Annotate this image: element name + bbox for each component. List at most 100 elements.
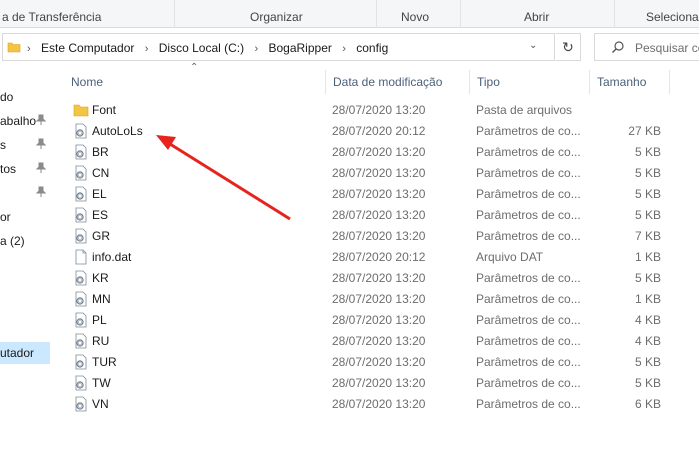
file-row[interactable]: info.dat 28/07/2020 20:12 Arquivo DAT 1 KB (64, 247, 699, 268)
file-row[interactable]: BR 28/07/2020 13:20 Parâmetros de co... 5 K… (64, 142, 699, 163)
file-name: Font (92, 103, 117, 117)
file-date: 28/07/2020 13:20 (332, 229, 426, 243)
refresh-button[interactable]: ↻ (556, 33, 581, 61)
file-row[interactable]: MN 28/07/2020 13:20 Parâmetros de co... 1 K… (64, 289, 699, 310)
file-size: 1 KB (634, 250, 661, 264)
file-name: info.dat (92, 250, 132, 264)
breadcrumb-separator-icon[interactable]: › (254, 43, 258, 55)
pin-icon (35, 114, 47, 129)
file-type: Parâmetros de co... (476, 376, 581, 390)
file-name: MN (92, 292, 111, 306)
file-date: 28/07/2020 20:12 (332, 124, 426, 138)
file-size: 1 KB (634, 292, 661, 306)
file-size: 5 KB (634, 166, 661, 180)
file-date: 28/07/2020 13:20 (332, 313, 426, 327)
nav-item-this-pc[interactable]: utador (0, 342, 50, 364)
file-name: EL (92, 187, 107, 201)
breadcrumb-item[interactable]: config (356, 41, 388, 55)
file-type: Arquivo DAT (476, 250, 544, 264)
nav-item[interactable] (0, 182, 50, 204)
file-date: 28/07/2020 13:20 (332, 376, 426, 390)
ribbon-group-open[interactable]: Abrir (461, 0, 615, 28)
file-row[interactable]: PL 28/07/2020 13:20 Parâmetros de co... 4 K… (64, 310, 699, 331)
file-row[interactable]: AutoLoLs 28/07/2020 20:12 Parâmetros de co… (64, 121, 699, 142)
ribbon-group-new[interactable]: Novo (377, 0, 461, 28)
nav-item[interactable]: or (0, 206, 50, 228)
file-name: PL (92, 313, 107, 327)
file-row[interactable]: RU 28/07/2020 13:20 Parâmetros de co... 4 K… (64, 331, 699, 352)
breadcrumb-item[interactable]: Este Computador (41, 41, 134, 55)
file-row[interactable]: EL 28/07/2020 13:20 Parâmetros de co... 5 K… (64, 184, 699, 205)
file-size: 5 KB (634, 187, 661, 201)
file-type: Parâmetros de co... (476, 292, 581, 306)
config-file-icon (73, 333, 89, 349)
config-file-icon (73, 207, 89, 223)
address-bar[interactable]: › Este Computador › Disco Local (C:) › B… (2, 33, 555, 61)
config-file-icon (73, 165, 89, 181)
refresh-icon: ↻ (562, 39, 574, 55)
file-name: VN (92, 397, 109, 411)
file-date: 28/07/2020 13:20 (332, 397, 426, 411)
ribbon-group-clipboard[interactable]: a de Transferência (0, 0, 175, 28)
file-name: TW (92, 376, 111, 390)
column-header-type[interactable]: Tipo (470, 70, 590, 94)
config-file-icon (73, 354, 89, 370)
file-type: Parâmetros de co... (476, 334, 581, 348)
search-icon (611, 40, 625, 57)
pin-icon (35, 138, 47, 153)
file-row[interactable]: GR 28/07/2020 13:20 Parâmetros de co... 7 K… (64, 226, 699, 247)
file-row[interactable]: VN 28/07/2020 13:20 Parâmetros de co... 6 K… (64, 394, 699, 415)
file-size: 4 KB (634, 334, 661, 348)
file-row[interactable]: TUR 28/07/2020 13:20 Parâmetros de co... 5 … (64, 352, 699, 373)
ribbon-group-select[interactable]: Selecionar (615, 0, 699, 28)
file-date: 28/07/2020 13:20 (332, 271, 426, 285)
file-row[interactable]: Font 28/07/2020 13:20 Pasta de arquivos (64, 100, 699, 121)
nav-item[interactable]: tos (0, 158, 50, 180)
nav-item[interactable]: a (2) (0, 230, 50, 252)
config-file-icon (73, 291, 89, 307)
file-size: 5 KB (634, 376, 661, 390)
nav-item[interactable]: s (0, 134, 50, 156)
ribbon-group-organize[interactable]: — — Organizar (175, 0, 377, 28)
config-file-icon (73, 123, 89, 139)
column-header-name[interactable]: Nome (64, 70, 326, 94)
ribbon: a de Transferência — — Organizar Novo Ab… (0, 0, 699, 28)
config-file-icon (73, 270, 89, 286)
file-row[interactable]: ES 28/07/2020 13:20 Parâmetros de co... 5 K… (64, 205, 699, 226)
file-size: 5 KB (634, 145, 661, 159)
config-file-icon (73, 186, 89, 202)
column-header-size[interactable]: Tamanho (590, 70, 670, 94)
pin-icon (35, 162, 47, 177)
search-input[interactable]: Pesquisar co (594, 33, 699, 61)
nav-item[interactable]: abalho (0, 110, 50, 132)
file-date: 28/07/2020 13:20 (332, 334, 426, 348)
file-size: 6 KB (634, 397, 661, 411)
file-name: RU (92, 334, 110, 348)
file-type: Parâmetros de co... (476, 166, 581, 180)
chevron-down-icon[interactable]: ⌄ (529, 40, 537, 51)
config-file-icon (73, 375, 89, 391)
file-date: 28/07/2020 13:20 (332, 292, 426, 306)
file-size: 5 KB (634, 355, 661, 369)
column-header-date[interactable]: Data de modificação (326, 70, 470, 94)
search-placeholder: Pesquisar co (635, 41, 699, 55)
file-date: 28/07/2020 13:20 (332, 145, 426, 159)
file-type: Parâmetros de co... (476, 271, 581, 285)
file-row[interactable]: CN 28/07/2020 13:20 Parâmetros de co... 5 K… (64, 163, 699, 184)
nav-item[interactable]: do (0, 86, 50, 108)
config-file-icon (73, 144, 89, 160)
breadcrumb-separator-icon[interactable]: › (342, 43, 346, 55)
breadcrumb-separator-icon[interactable]: › (145, 43, 149, 55)
navigation-pane: do abalho s tos or a (2) utador (0, 66, 50, 452)
file-date: 28/07/2020 13:20 (332, 103, 426, 117)
file-type: Parâmetros de co... (476, 187, 581, 201)
ribbon-group-label: Abrir (524, 10, 550, 24)
breadcrumb-item[interactable]: BogaRipper (268, 41, 331, 55)
breadcrumb: › Este Computador › Disco Local (C:) › B… (27, 41, 388, 55)
file-row[interactable]: TW 28/07/2020 13:20 Parâmetros de co... 5 K… (64, 373, 699, 394)
breadcrumb-item[interactable]: Disco Local (C:) (159, 41, 244, 55)
column-headers: Nome Data de modificação Tipo Tamanho (64, 70, 699, 94)
ribbon-group-label: Selecionar (646, 10, 699, 24)
file-row[interactable]: KR 28/07/2020 13:20 Parâmetros de co... 5 K… (64, 268, 699, 289)
file-date: 28/07/2020 13:20 (332, 187, 426, 201)
